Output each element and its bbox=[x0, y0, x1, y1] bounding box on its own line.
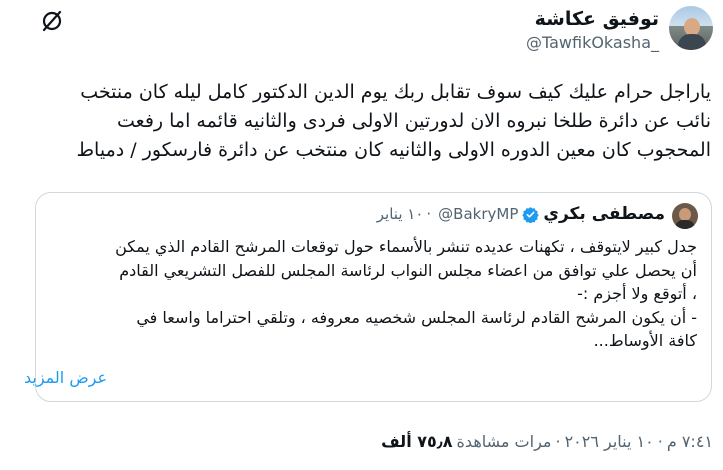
quoted-text-line: ، أتوقع ولا أجزم :- bbox=[577, 284, 697, 303]
views-label: مرات مشاهدة bbox=[456, 432, 552, 451]
tweet-date[interactable]: ١٠ يناير ٢٠٢٦ bbox=[565, 432, 654, 451]
quoted-text-line: كافة الأوساط... bbox=[593, 331, 697, 350]
tweet-text: ياراجل حرام عليك كيف سوف تقابل ربك يوم ا… bbox=[11, 78, 711, 165]
author-avatar[interactable] bbox=[669, 6, 713, 50]
tweet-text-line: ياراجل حرام عليك كيف سوف تقابل ربك يوم ا… bbox=[80, 81, 711, 103]
quoted-tweet-date[interactable]: ١٠ يناير bbox=[377, 205, 424, 223]
avatar-body bbox=[675, 220, 695, 229]
quoted-author-avatar[interactable] bbox=[672, 203, 698, 229]
separator-dot: · bbox=[657, 432, 663, 451]
verified-badge-icon bbox=[522, 206, 540, 223]
quoted-text-line: أن يحصل علي توافق من اعضاء مجلس النواب ل… bbox=[119, 260, 697, 280]
grok-icon[interactable] bbox=[40, 9, 64, 33]
tweet-text-line: المحجوب كان معين الدوره الاولى والثانيه … bbox=[76, 139, 711, 161]
quoted-author-name[interactable]: مصطفى بكري bbox=[543, 204, 665, 224]
avatar-body bbox=[678, 34, 706, 50]
tweet: توفيق عكاشة @TawfikOkasha_ ياراجل حرام ع… bbox=[0, 0, 723, 470]
quoted-tweet-card[interactable]: مصطفى بكري @BakryMP · ١٠ يناير جدل كبير … bbox=[35, 192, 712, 402]
author-handle[interactable]: @TawfikOkasha_ bbox=[526, 33, 659, 52]
quoted-tweet-header: مصطفى بكري @BakryMP · ١٠ يناير bbox=[377, 204, 665, 224]
quoted-tweet-text: جدل كبير لايتوقف ، تكهنات عديده تنشر بال… bbox=[47, 235, 697, 353]
quoted-text-line: جدل كبير لايتوقف ، تكهنات عديده تنشر بال… bbox=[115, 237, 697, 256]
separator-dot: · bbox=[426, 205, 432, 223]
quoted-author-handle[interactable]: @BakryMP bbox=[438, 205, 518, 223]
author-display-name[interactable]: توفيق عكاشة bbox=[535, 8, 659, 30]
show-more-link[interactable]: عرض المزيد bbox=[24, 368, 107, 387]
views-count[interactable]: ٧٥٫٨ ألف bbox=[381, 432, 452, 451]
separator-dot: · bbox=[555, 432, 561, 451]
quoted-text-line: - أن يكون المرشح القادم لرئاسة المجلس شخ… bbox=[136, 307, 697, 327]
tweet-meta: ٧:٤١ م · ١٠ يناير ٢٠٢٦ · مرات مشاهدة ٧٥٫… bbox=[381, 432, 713, 451]
tweet-time[interactable]: ٧:٤١ م bbox=[667, 432, 713, 451]
tweet-text-line: نائب عن دائرة طلخا نبروه الان لدورتين ال… bbox=[117, 110, 711, 132]
